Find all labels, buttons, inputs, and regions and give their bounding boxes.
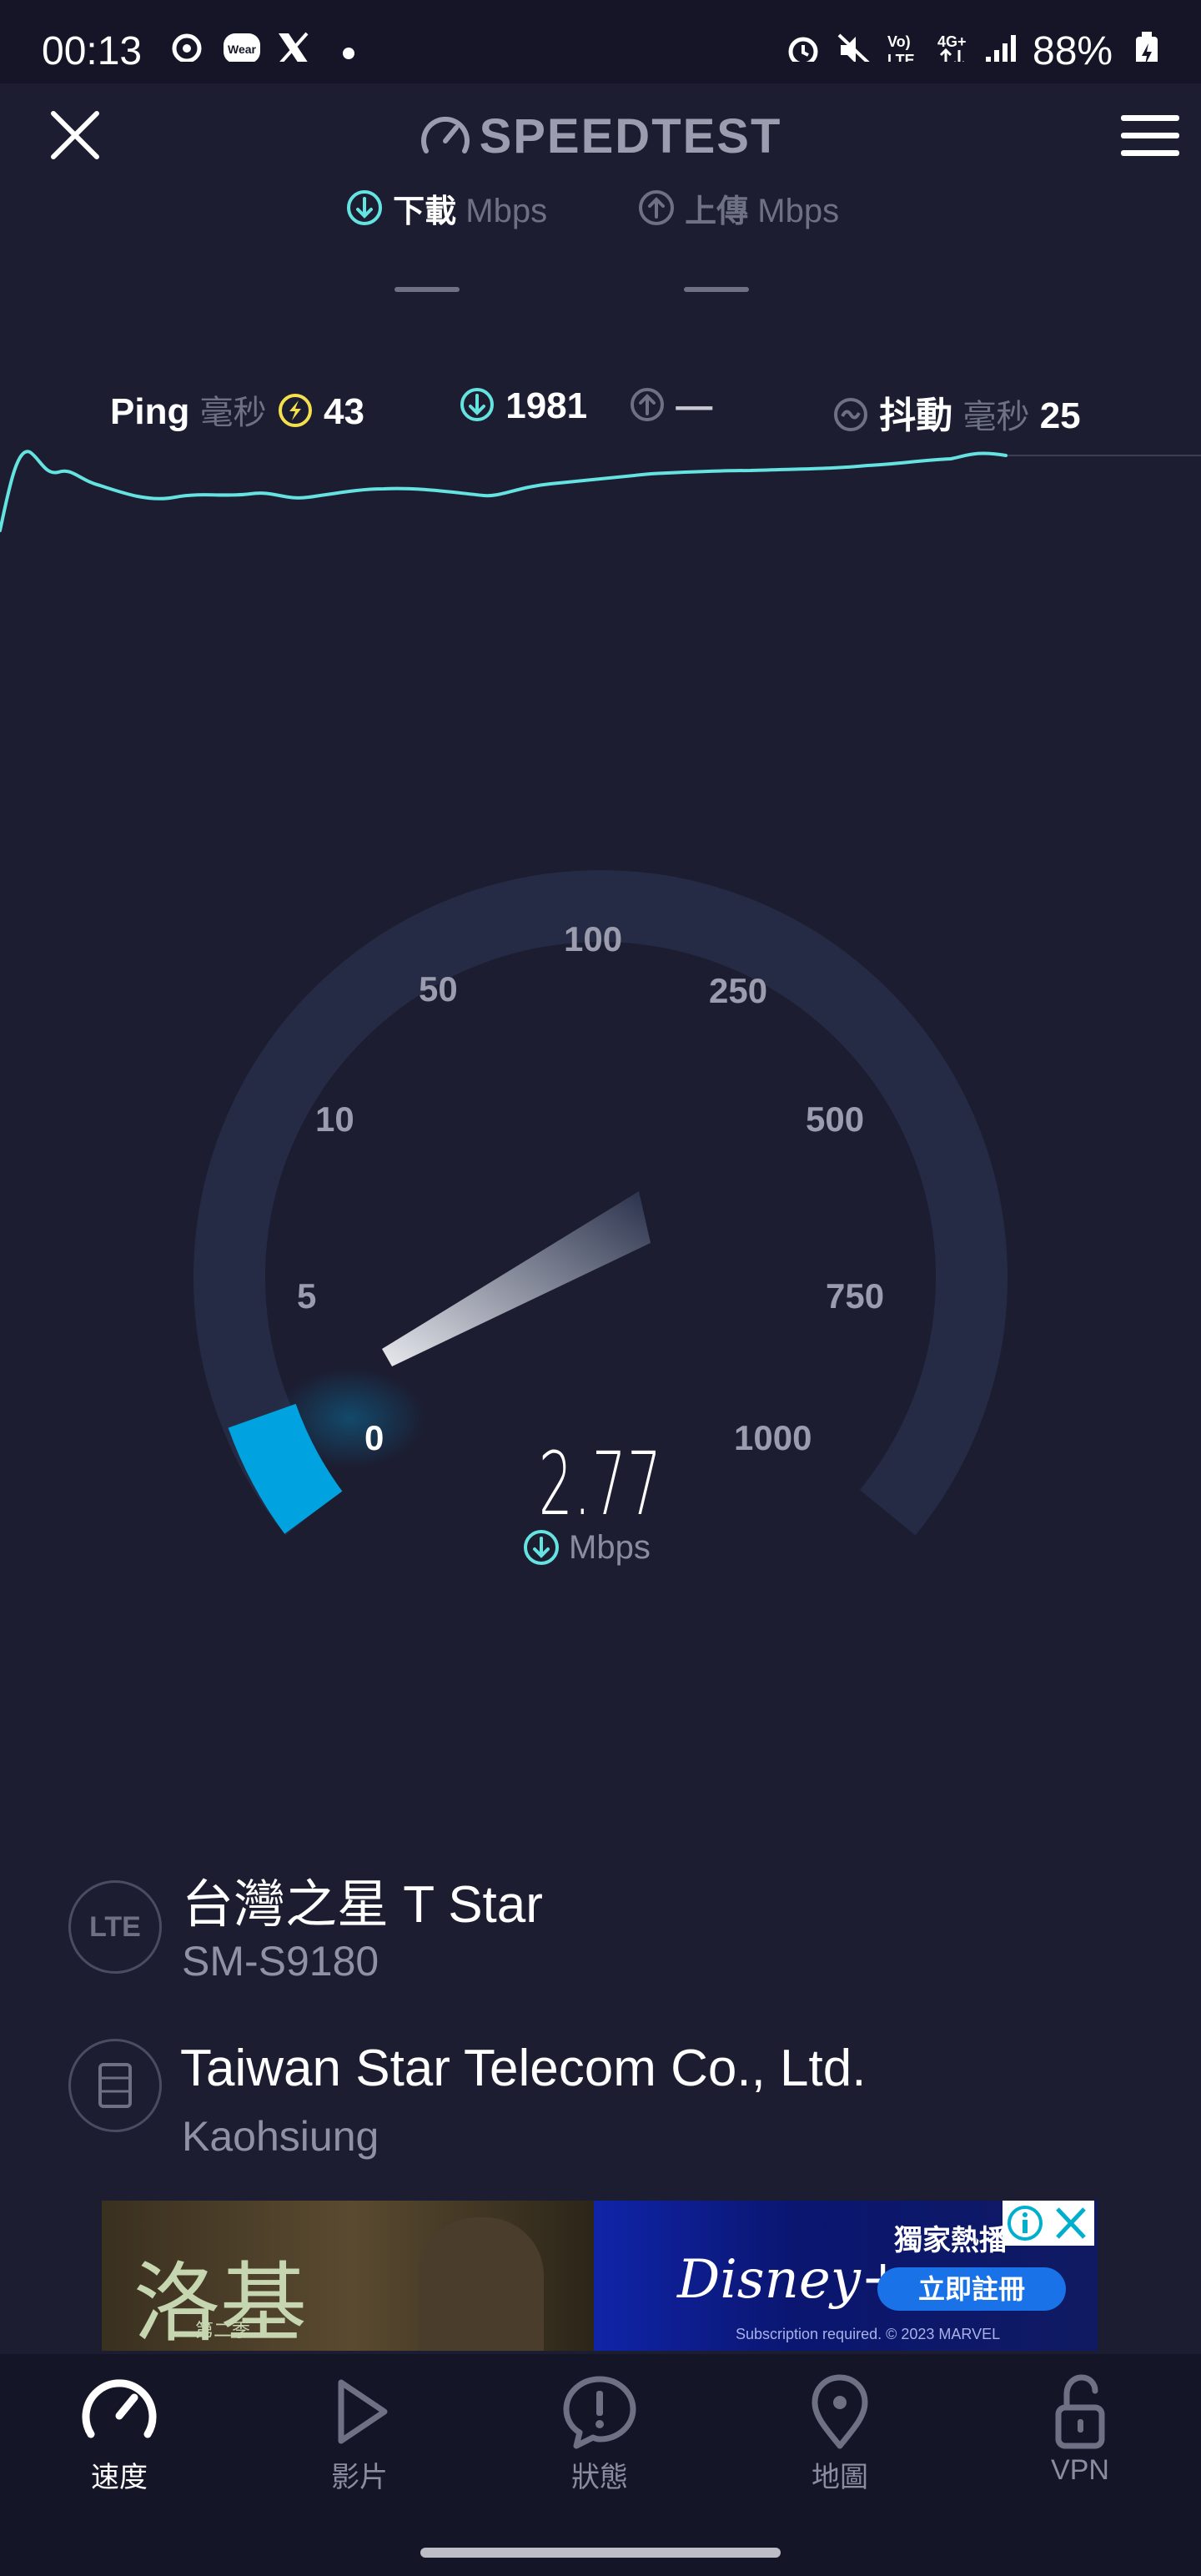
gauge-tick-100: 100 [564,919,623,958]
server-location: Kaohsiung [182,2113,379,2160]
nav-item-vpn[interactable]: VPN [1001,2374,1159,2487]
network-4g-icon: 4G+ [937,33,967,62]
svg-text:4G+: 4G+ [937,33,967,50]
gauge-tick-250: 250 [709,971,768,1010]
ad-close-icon[interactable] [1053,2206,1089,2241]
alert-icon [563,2376,636,2449]
ad-info-icon[interactable] [1006,2204,1044,2242]
tab-upload-unit: Mbps [757,193,840,229]
ping-label: Ping [110,391,190,432]
download-result-placeholder [394,287,460,292]
device-model: SM-S9180 [182,1938,379,1985]
svg-text:LTE: LTE [887,52,915,62]
home-indicator[interactable] [420,2548,781,2558]
tab-download[interactable]: 下載 Mbps [345,185,547,231]
upload-result-placeholder [684,287,749,292]
tab-upload-label: 上傳 [685,194,749,229]
current-speed: 2.77 [538,1433,663,1535]
speed-unit-label: Mbps [569,1529,651,1566]
ad-fine-print: Subscription required. © 2023 MARVEL [736,2326,1001,2342]
jitter-label: 抖動 [879,395,953,436]
tab-download-label: 下載 [393,194,457,229]
gauge-tick-1000: 1000 [734,1418,812,1457]
title-text: SPEEDTEST [479,109,782,164]
nav-label-speed: 速度 [91,2462,148,2493]
battery-percent: 88% [1033,29,1113,73]
nav-label-video: 影片 [331,2462,388,2493]
ping-icon [278,394,312,427]
ad-character-image [419,2217,544,2351]
jitter-icon [834,398,867,431]
ad-cta-button[interactable]: 立即註冊 [877,2267,1066,2311]
carrier-name[interactable]: 台灣之星 T Star [182,1862,543,1937]
ad-banner[interactable]: 洛基 第二季 Disney+ 獨家熱播 立即註冊 Subscription re… [102,2201,1098,2351]
download-ping-stat: 1981 [459,385,587,427]
nav-item-map[interactable]: 地圖 [761,2374,919,2495]
server-rack-icon [98,2063,132,2108]
jitter-unit: 毫秒 [962,399,1030,435]
status-time: 00:13 [42,29,143,73]
page-title: SPEEDTEST [0,108,1201,164]
gauge-tick-500: 500 [806,1099,865,1139]
download-speed-icon [524,1530,559,1565]
ad-controls [1003,2201,1094,2246]
tab-upload[interactable]: 上傳 Mbps [637,185,839,231]
upload-ping-stat: — [629,385,712,427]
wear-icon: Wear [224,33,260,62]
app-notification-icon [172,33,202,62]
speedometer-icon [420,116,470,153]
menu-button[interactable] [1121,113,1179,158]
svg-text:Vo): Vo) [887,33,911,50]
gauge-needle [382,1191,651,1366]
play-icon [338,2379,388,2444]
signal-icon [986,35,1016,62]
gauge-tick-50: 50 [419,969,458,1009]
upload-stat-value: — [676,385,713,426]
gauge-tick-0: 0 [364,1418,384,1457]
ad-subtitle: 第二季 [195,2320,251,2341]
gauge-tick-5: 5 [297,1276,317,1316]
lte-badge: LTE [68,1880,162,1974]
download-stat-icon [460,388,494,421]
gauge-tick-750: 750 [826,1276,885,1316]
lock-icon [1055,2374,1105,2449]
nav-label-vpn: VPN [1051,2454,1109,2486]
volte-icon: Vo) LTE [887,33,915,62]
ping-stat: Ping 毫秒 43 [110,385,364,434]
nav-label-status: 狀態 [571,2462,628,2493]
nav-item-speed[interactable]: 速度 [40,2374,198,2495]
ad-tagline: 獨家熱播 [894,2225,1008,2257]
speed-history-graph [0,450,1201,532]
lte-badge-text: LTE [89,1911,141,1943]
x-app-icon [279,32,309,62]
jitter-value: 25 [1039,395,1081,436]
nav-label-map: 地圖 [812,2462,868,2493]
tab-download-unit: Mbps [465,193,548,229]
alarm-icon [788,37,818,62]
server-icon [68,2039,162,2132]
speed-unit: Mbps [522,1528,651,1567]
notification-dot-icon [343,48,354,59]
download-arrow-icon [347,190,382,225]
ping-unit: 毫秒 [199,395,267,431]
svg-text:Wear: Wear [228,43,257,56]
ping-value: 43 [324,391,364,432]
map-pin-icon [812,2374,868,2449]
server-provider[interactable]: Taiwan Star Telecom Co., Ltd. [180,2039,866,2098]
gauge-tick-10: 10 [315,1099,354,1139]
upload-arrow-icon [639,190,674,225]
upload-stat-icon [631,388,664,421]
mute-icon [837,33,870,62]
download-stat-value: 1981 [505,385,588,426]
nav-item-status[interactable]: 狀態 [520,2374,679,2495]
speed-icon [82,2379,157,2438]
jitter-stat: 抖動 毫秒 25 [832,385,1081,439]
battery-icon [1136,32,1158,62]
nav-item-video[interactable]: 影片 [280,2374,439,2495]
ad-brand: Disney+ [677,2249,906,2311]
